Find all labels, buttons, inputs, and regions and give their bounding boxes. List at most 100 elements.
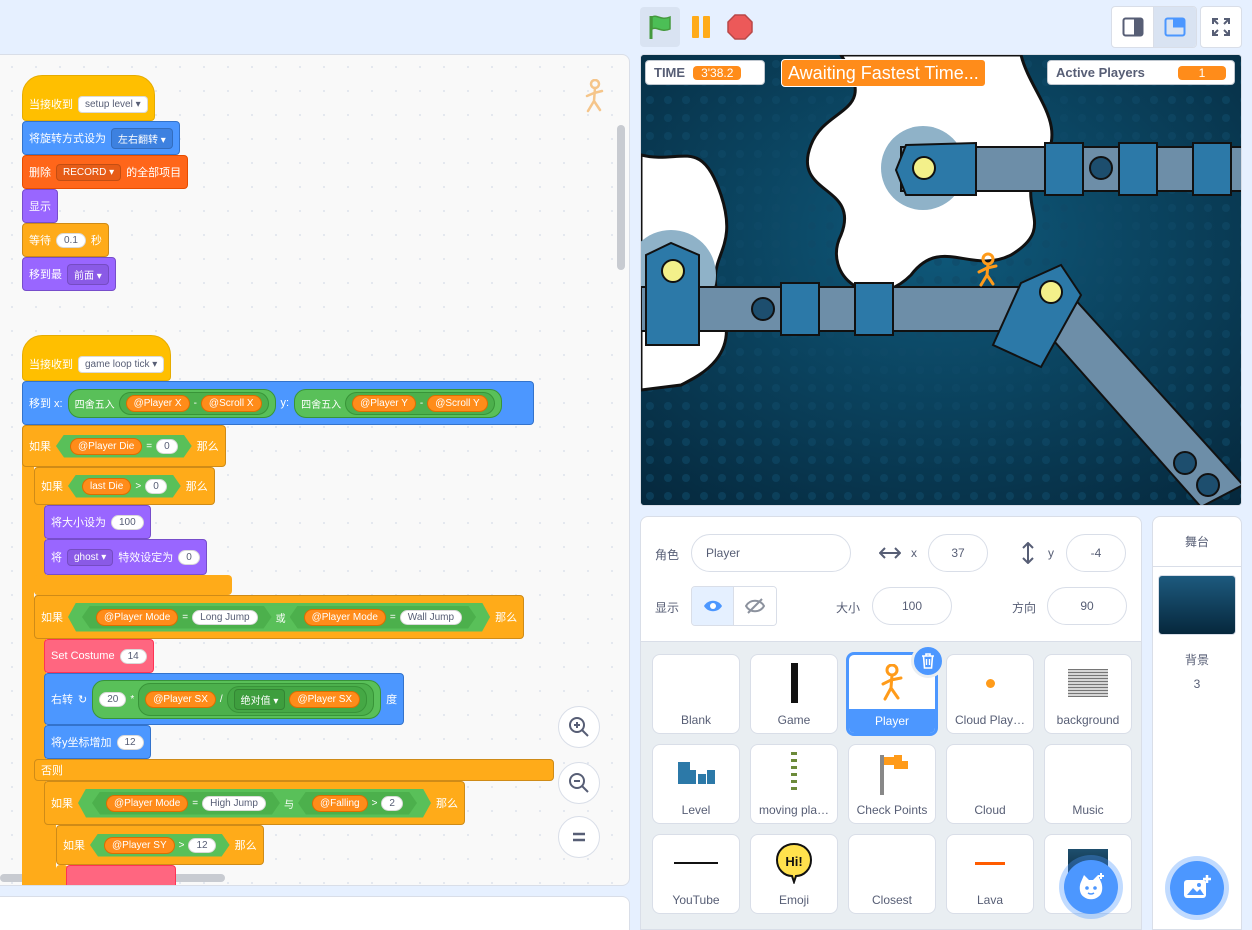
player-sy-var[interactable]: @Player SY [104, 837, 175, 854]
custom-block[interactable] [66, 865, 176, 885]
show-block[interactable]: 显示 [22, 189, 58, 223]
message-dropdown[interactable]: setup level ▾ [78, 95, 148, 113]
sprite-tile[interactable]: Cloud Play… [946, 654, 1034, 734]
last-die-var[interactable]: last Die [82, 478, 131, 495]
sprite-tile[interactable]: Music [1044, 744, 1132, 824]
if-player-sy-block[interactable]: 如果 @Player SY >12 那么 [56, 825, 264, 865]
sprite-tile[interactable]: Blank [652, 654, 740, 734]
set-size-block[interactable]: 将大小设为 100 [44, 505, 151, 539]
size-input[interactable]: 100 [111, 514, 144, 530]
sprite-tile[interactable]: Level [652, 744, 740, 824]
horizontal-arrow-icon [879, 547, 901, 559]
if-high-jump-block[interactable]: 如果 @Player Mode = High Jump 与 @Falling >2 那… [44, 781, 465, 825]
direction-input[interactable]: 90 [1047, 587, 1127, 625]
if-player-die-block[interactable]: 如果 @Player Die = 0 那么 [22, 425, 226, 467]
greater-operator[interactable]: @Player SY >12 [90, 834, 230, 857]
green-flag-button[interactable] [640, 7, 680, 47]
and-operator[interactable]: @Player Mode = High Jump 与 @Falling >2 [78, 789, 431, 818]
wait-block[interactable]: 等待 0.1 秒 [22, 223, 109, 257]
x-input[interactable]: 37 [928, 534, 988, 572]
greater-operator[interactable]: last Die >0 [68, 475, 181, 498]
add-sprite-button[interactable] [1064, 860, 1118, 914]
zoom-reset-button[interactable] [558, 816, 600, 858]
sprite-tile[interactable]: Hi! Emoji [750, 834, 838, 914]
turn-right-block[interactable]: 右转 ↻ 20 * @Player SX / 绝对值 ▾ @Player SX 度 [44, 673, 405, 725]
size-input[interactable]: 100 [872, 587, 952, 625]
scroll-y-var[interactable]: @Scroll Y [427, 394, 488, 412]
hide-sprite-button[interactable] [734, 587, 776, 625]
small-stage-button[interactable] [1112, 7, 1155, 47]
wait-input[interactable]: 0.1 [56, 232, 86, 248]
round-operator[interactable]: 四舍五入 @Player X - @Scroll X [67, 388, 276, 418]
blank-icon [849, 841, 935, 885]
sprite-tile[interactable]: background [1044, 654, 1132, 734]
player-x-var[interactable]: @Player X [125, 394, 190, 412]
player-sx-var[interactable]: @Player SX [145, 690, 216, 708]
set-rotation-block[interactable]: 将旋转方式设为 左右翻转 ▾ [22, 121, 180, 155]
change-y-block[interactable]: 将y坐标增加 12 [44, 725, 151, 759]
add-backdrop-button[interactable] [1170, 861, 1224, 915]
sprite-tile[interactable]: Cloud [946, 744, 1034, 824]
block-label: 如果 [41, 481, 63, 493]
normal-stage-button[interactable] [1154, 7, 1196, 47]
active-players-label: Active Players [1056, 65, 1145, 80]
message-dropdown[interactable]: game loop tick ▾ [78, 355, 165, 373]
fullscreen-button[interactable] [1200, 6, 1242, 48]
or-operator[interactable]: @Player Mode = Long Jump 或 @Player Mode = Wa… [68, 603, 490, 632]
round-operator[interactable]: 四舍五入 @Player Y - @Scroll Y [294, 388, 502, 418]
pause-button[interactable] [681, 7, 721, 47]
vertical-scrollbar[interactable] [617, 125, 625, 270]
stage-target-panel[interactable]: 舞台 背景 3 [1152, 516, 1242, 930]
set-effect-block[interactable]: 将 ghost ▾ 特效设定为 0 [44, 539, 207, 575]
player-die-var[interactable]: @Player Die [70, 438, 142, 455]
if-mode-block[interactable]: 如果 @Player Mode = Long Jump 或 @Player Mode… [34, 595, 525, 639]
effect-dropdown[interactable]: ghost ▾ [67, 548, 114, 566]
y-input[interactable]: -4 [1066, 534, 1126, 572]
code-area[interactable]: 当接收到 setup level ▾ 将旋转方式设为 左右翻转 ▾ 删除 REC… [0, 54, 630, 886]
sprite-tile[interactable]: Check Points [848, 744, 936, 824]
zoom-out-button[interactable] [558, 762, 600, 804]
stage[interactable]: TIME 3'38.2 Awaiting Fastest Time... Act… [640, 54, 1242, 506]
layer-dropdown[interactable]: 前面 ▾ [67, 263, 109, 285]
player-y-var[interactable]: @Player Y [352, 394, 416, 412]
go-to-layer-block[interactable]: 移到最 前面 ▾ [22, 257, 116, 291]
multiply-operator[interactable]: 20 * @Player SX / 绝对值 ▾ @Player SX [92, 679, 382, 719]
costume-input[interactable]: 14 [119, 648, 147, 664]
player-mode-var[interactable]: @Player Mode [304, 609, 386, 626]
scroll-x-var[interactable]: @Scroll X [200, 394, 262, 412]
sprite-tile[interactable]: YouTube [652, 834, 740, 914]
bar-icon [790, 663, 798, 703]
delete-all-block[interactable]: 删除 RECORD ▾ 的全部项目 [22, 155, 189, 189]
stage-scene [641, 55, 1241, 505]
when-receive-loop-block[interactable]: 当接收到 game loop tick ▾ [22, 335, 172, 381]
zoom-in-button[interactable] [558, 706, 600, 748]
eye-icon [703, 600, 722, 612]
change-y-input[interactable]: 12 [116, 734, 144, 750]
falling-var[interactable]: @Falling [312, 795, 368, 812]
block-label: 那么 [196, 441, 219, 453]
player-mode-var[interactable]: @Player Mode [96, 609, 178, 626]
sprite-tile[interactable]: Closest [848, 834, 936, 914]
show-sprite-button[interactable] [692, 587, 735, 625]
stage-thumbnail[interactable] [1158, 575, 1236, 635]
abs-dropdown[interactable]: 绝对值 ▾ [233, 688, 286, 710]
player-sx-var[interactable]: @Player SX [289, 690, 361, 708]
stop-button[interactable] [720, 7, 760, 47]
sprite-tile[interactable]: Lava [946, 834, 1034, 914]
goto-xy-block[interactable]: 移到 x: 四舍五入 @Player X - @Scroll X y: 四舍五入 @… [22, 381, 534, 425]
delete-sprite-button[interactable] [911, 644, 945, 678]
effect-input[interactable]: 0 [178, 549, 200, 565]
equals-operator[interactable]: @Player Die = 0 [56, 435, 192, 458]
block-label: 如果 [41, 612, 63, 624]
sprite-tile[interactable]: moving pla… [750, 744, 838, 824]
sprite-tile[interactable]: Game [750, 654, 838, 734]
set-costume-block[interactable]: Set Costume 14 [44, 639, 154, 673]
list-dropdown[interactable]: RECORD ▾ [56, 163, 122, 181]
if-last-die-block[interactable]: 如果 last Die >0 那么 [34, 467, 215, 505]
block-label: 那么 [495, 612, 518, 624]
sprite-name-input[interactable]: Player [691, 534, 851, 572]
block-label: 那么 [435, 798, 458, 810]
when-receive-setup-block[interactable]: 当接收到 setup level ▾ [22, 75, 155, 121]
rotation-dropdown[interactable]: 左右翻转 ▾ [111, 127, 173, 149]
player-mode-var[interactable]: @Player Mode [106, 795, 188, 812]
